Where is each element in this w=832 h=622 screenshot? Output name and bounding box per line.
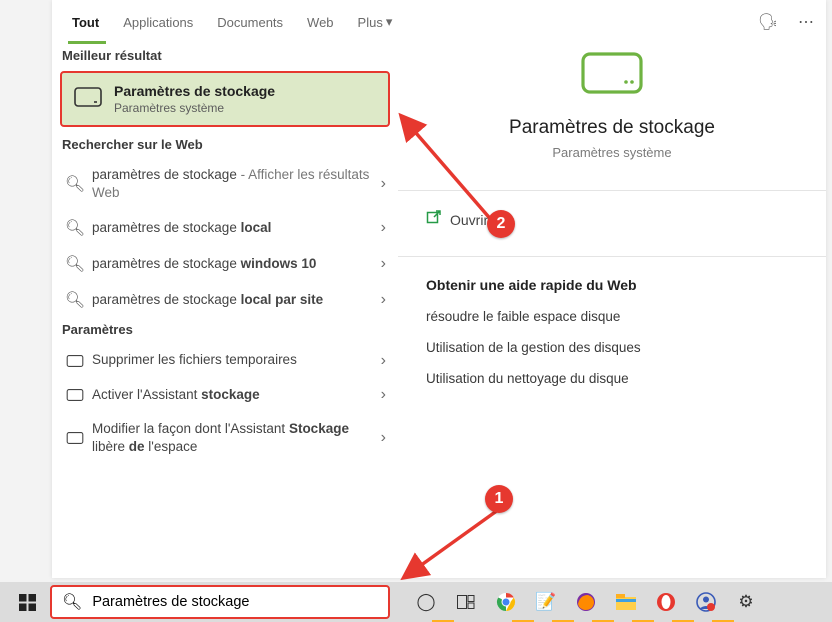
web-result-label: paramètres de stockage windows 10 [86,255,381,273]
chevron-right-icon: › [381,291,388,309]
section-web-search: Rechercher sur le Web [52,133,398,158]
tab-more[interactable]: Plus▾ [346,0,405,44]
start-button[interactable] [4,582,50,622]
user-account-icon[interactable] [692,588,720,616]
tab-apps[interactable]: Applications [111,0,205,44]
web-help: Obtenir une aide rapide du Web résoudre … [398,257,826,386]
setting-result-2[interactable]: Modifier la façon dont l'Assistant Stock… [52,412,398,464]
results-column: Tout Applications Documents Web Plus▾ Me… [52,0,398,578]
chevron-down-icon: ▾ [386,14,393,30]
tab-web[interactable]: Web [295,0,346,44]
web-result-label: paramètres de stockage local [86,219,381,237]
best-result-item[interactable]: Paramètres de stockage Paramètres systèm… [60,71,390,127]
web-result-label: paramètres de stockage - Afficher les ré… [86,166,381,202]
drive-icon [64,432,86,444]
setting-result-label: Supprimer les fichiers temporaires [86,351,381,369]
chevron-right-icon: › [381,386,388,404]
web-result-0[interactable]: 🔍︎ paramètres de stockage - Afficher les… [52,158,398,210]
annotation-badge-1: 1 [485,485,513,513]
drive-icon [64,389,86,401]
web-help-item[interactable]: Utilisation du nettoyage du disque [426,371,826,386]
search-icon: 🔍︎ [64,254,86,274]
tab-documents[interactable]: Documents [205,0,295,44]
best-result-title: Paramètres de stockage [114,83,275,99]
setting-result-label: Activer l'Assistant stockage [86,386,381,404]
section-settings: Paramètres [52,318,398,343]
setting-result-label: Modifier la façon dont l'Assistant Stock… [86,420,381,456]
web-help-item[interactable]: résoudre le faible espace disque [426,309,826,324]
web-help-title: Obtenir une aide rapide du Web [426,277,826,293]
search-tabs: Tout Applications Documents Web Plus▾ [52,0,398,44]
active-tab-underline [68,41,106,44]
taskbar-searchbox[interactable]: 🔍︎ [50,585,390,619]
opera-icon[interactable] [652,588,680,616]
chevron-right-icon: › [381,352,388,370]
tab-all[interactable]: Tout [60,0,111,44]
task-view-icon[interactable] [452,588,480,616]
drive-icon [64,355,86,367]
chevron-right-icon: › [381,429,388,447]
explorer-icon[interactable] [612,588,640,616]
firefox-icon[interactable] [572,588,600,616]
panel-top-icons: 🗣 ⋯ [754,0,820,44]
notepad-icon[interactable]: 📝 [532,588,560,616]
web-result-1[interactable]: 🔍︎ paramètres de stockage local › [52,210,398,246]
preview-title: Paramètres de stockage [509,117,715,139]
best-result-text: Paramètres de stockage Paramètres systèm… [114,83,275,115]
web-result-3[interactable]: 🔍︎ paramètres de stockage local par site… [52,282,398,318]
search-icon: 🔍︎ [62,592,82,612]
search-panel: Tout Applications Documents Web Plus▾ Me… [52,0,826,578]
more-icon[interactable]: ⋯ [792,8,820,36]
chevron-right-icon: › [381,175,388,193]
settings-icon[interactable]: ⚙ [732,588,760,616]
web-result-label: paramètres de stockage local par site [86,291,381,309]
chevron-right-icon: › [381,219,388,237]
chevron-right-icon: › [381,255,388,273]
annotation-badge-2: 2 [487,210,515,238]
section-best-result: Meilleur résultat [52,44,398,69]
cortana-icon[interactable]: ◯ [412,588,440,616]
drive-icon [74,87,102,112]
web-help-item[interactable]: Utilisation de la gestion des disques [426,340,826,355]
annotation-arrow-1 [398,510,518,590]
preview-subtitle: Paramètres système [552,145,671,160]
search-icon: 🔍︎ [64,290,86,310]
chrome-icon[interactable] [492,588,520,616]
preview-column: 🗣 ⋯ Paramètres de stockage Paramètres sy… [398,0,826,578]
search-icon: 🔍︎ [64,174,86,194]
search-icon: 🔍︎ [64,218,86,238]
taskbar-icons: ◯ 📝 ⚙ [412,588,760,616]
feedback-icon[interactable]: 🗣 [754,8,782,36]
setting-result-0[interactable]: Supprimer les fichiers temporaires › [52,343,398,377]
search-input[interactable] [92,594,378,610]
setting-result-1[interactable]: Activer l'Assistant stockage › [52,378,398,412]
best-result-subtitle: Paramètres système [114,101,275,115]
drive-icon-large [581,52,643,99]
web-result-2[interactable]: 🔍︎ paramètres de stockage windows 10 › [52,246,398,282]
